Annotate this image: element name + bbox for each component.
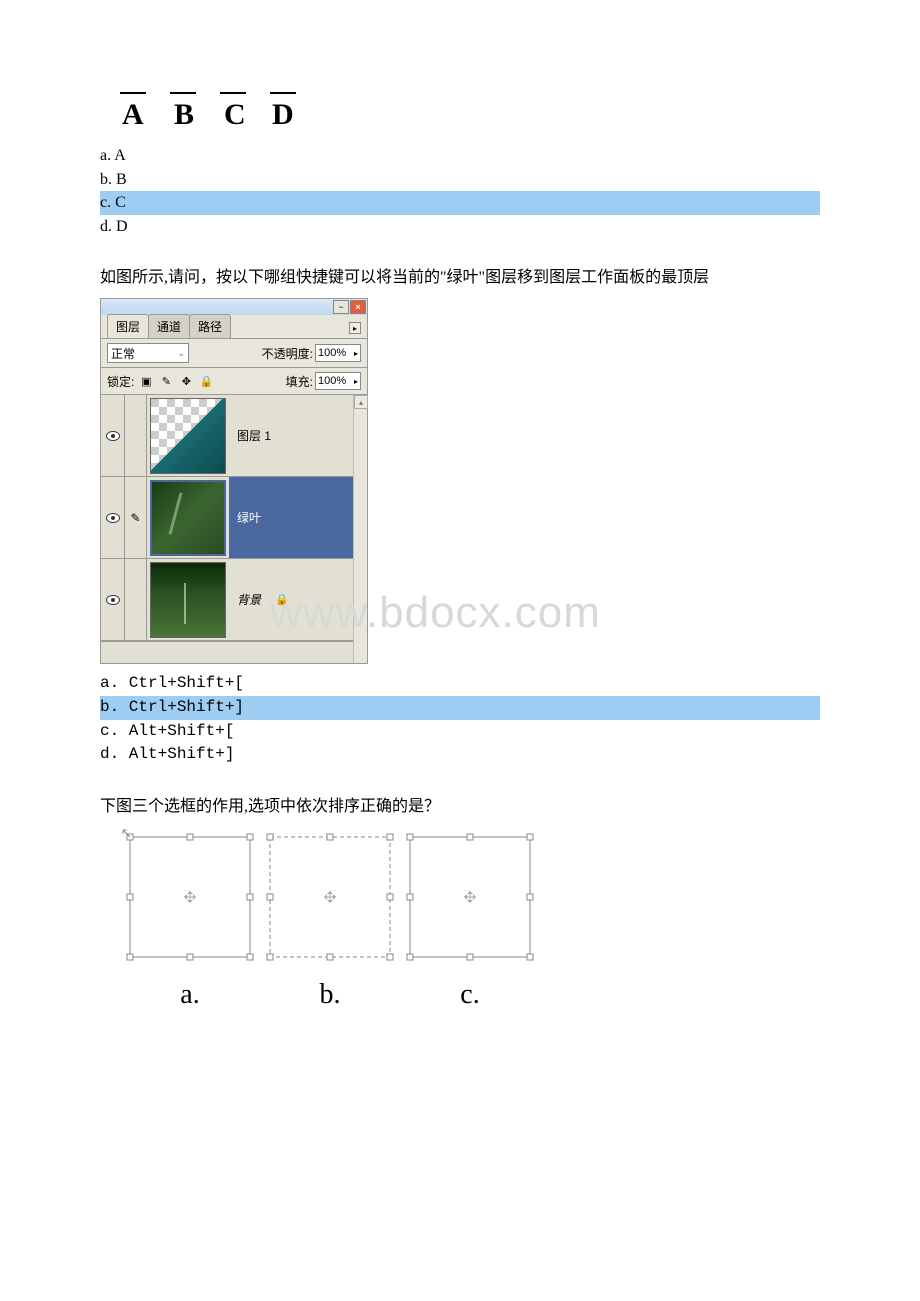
eye-icon xyxy=(106,513,120,523)
tab-paths[interactable]: 路径 xyxy=(189,314,231,338)
blend-opacity-row: 正常 ⌄ 不透明度: 100% ▸ xyxy=(101,339,367,368)
lock-transparency-icon[interactable]: ▣ xyxy=(139,374,153,388)
selection-boxes-image: a. b. c. xyxy=(120,827,820,1042)
q3-label-c: c. xyxy=(460,979,479,1010)
scroll-up-icon[interactable]: ▴ xyxy=(354,395,368,409)
q2-option-c: c. Alt+Shift+[ xyxy=(100,720,820,744)
tab-layers[interactable]: 图层 xyxy=(107,314,149,338)
fill-label: 填充: xyxy=(286,373,313,390)
q2-question: 如图所示,请问，按以下哪组快捷键可以将当前的"绿叶"图层移到图层工作面板的最顶层 xyxy=(100,266,820,290)
scrollbar[interactable]: ▴ xyxy=(353,395,367,663)
opacity-label: 不透明度: xyxy=(262,345,313,362)
visibility-toggle[interactable] xyxy=(101,395,125,476)
fill-input[interactable]: 100% ▸ xyxy=(315,372,361,390)
lock-all-icon[interactable]: 🔒 xyxy=(199,374,213,388)
blend-mode-select[interactable]: 正常 ⌄ xyxy=(107,343,189,363)
abcd-overline-image: A B C D xyxy=(112,90,820,132)
panel-tabs: 图层 通道 路径 ▸ xyxy=(101,315,367,339)
q2-option-d: d. Alt+Shift+] xyxy=(100,743,820,767)
q2-option-b: b. Ctrl+Shift+] xyxy=(100,696,820,720)
lock-paint-icon[interactable]: ✎ xyxy=(159,374,173,388)
arrow-icon: ▸ xyxy=(354,349,358,358)
panel-menu-icon[interactable]: ▸ xyxy=(349,322,361,334)
layer-name: 绿叶 xyxy=(237,509,261,526)
lock-position-icon[interactable]: ✥ xyxy=(179,374,193,388)
fill-value: 100% xyxy=(318,375,346,387)
svg-text:D: D xyxy=(272,98,294,131)
q2-option-a: a. Ctrl+Shift+[ xyxy=(100,672,820,696)
opacity-value: 100% xyxy=(318,347,346,359)
layers-list: ▴ 图层 1 ✎ 绿叶 背景 🔒 xyxy=(101,395,367,663)
layer-name: 图层 1 xyxy=(237,427,271,444)
eye-icon xyxy=(106,595,120,605)
lock-icon: 🔒 xyxy=(275,593,289,606)
layer-thumbnail xyxy=(150,562,226,638)
minimize-button[interactable]: − xyxy=(333,300,349,314)
q3-label-a: a. xyxy=(180,979,199,1010)
q3-label-b: b. xyxy=(320,979,341,1010)
svg-text:C: C xyxy=(224,98,246,131)
q3-question: 下图三个选框的作用,选项中依次排序正确的是？ xyxy=(100,795,820,819)
layers-footer xyxy=(101,641,367,663)
link-column[interactable] xyxy=(125,395,147,476)
link-column[interactable]: ✎ xyxy=(125,477,147,558)
brush-icon: ✎ xyxy=(130,511,140,525)
blend-mode-value: 正常 xyxy=(111,345,135,362)
close-button[interactable]: × xyxy=(350,300,366,314)
q1-options: a. A b. B c. C d. D xyxy=(100,144,820,238)
layer-thumbnail xyxy=(150,398,226,474)
visibility-toggle[interactable] xyxy=(101,559,125,640)
opacity-input[interactable]: 100% ▸ xyxy=(315,344,361,362)
q2-options: a. Ctrl+Shift+[ b. Ctrl+Shift+] c. Alt+S… xyxy=(100,672,820,766)
tab-channels[interactable]: 通道 xyxy=(148,314,190,338)
link-column[interactable] xyxy=(125,559,147,640)
arrow-icon: ▸ xyxy=(354,377,358,386)
svg-text:B: B xyxy=(174,98,194,131)
visibility-toggle[interactable] xyxy=(101,477,125,558)
q1-option-c: c. C xyxy=(100,191,820,215)
lock-fill-row: 锁定: ▣ ✎ ✥ 🔒 填充: 100% ▸ xyxy=(101,368,367,395)
eye-icon xyxy=(106,431,120,441)
svg-text:A: A xyxy=(122,98,144,131)
q1-option-b: b. B xyxy=(100,168,820,192)
layers-panel: − × 图层 通道 路径 ▸ 正常 ⌄ 不透明度: 100% ▸ 锁定: xyxy=(100,298,368,664)
layer-row-leaf[interactable]: ✎ 绿叶 xyxy=(101,477,367,559)
layer-thumbnail xyxy=(150,480,226,556)
layer-row-background[interactable]: 背景 🔒 xyxy=(101,559,367,641)
layer-name: 背景 xyxy=(237,591,261,608)
lock-icons-group: ▣ ✎ ✥ 🔒 xyxy=(139,374,213,388)
q1-option-d: d. D xyxy=(100,215,820,239)
lock-label: 锁定: xyxy=(107,373,134,390)
chevron-down-icon: ⌄ xyxy=(177,348,185,359)
q1-option-a: a. A xyxy=(100,144,820,168)
panel-titlebar: − × xyxy=(101,299,367,315)
layer-row-layer1[interactable]: 图层 1 xyxy=(101,395,367,477)
